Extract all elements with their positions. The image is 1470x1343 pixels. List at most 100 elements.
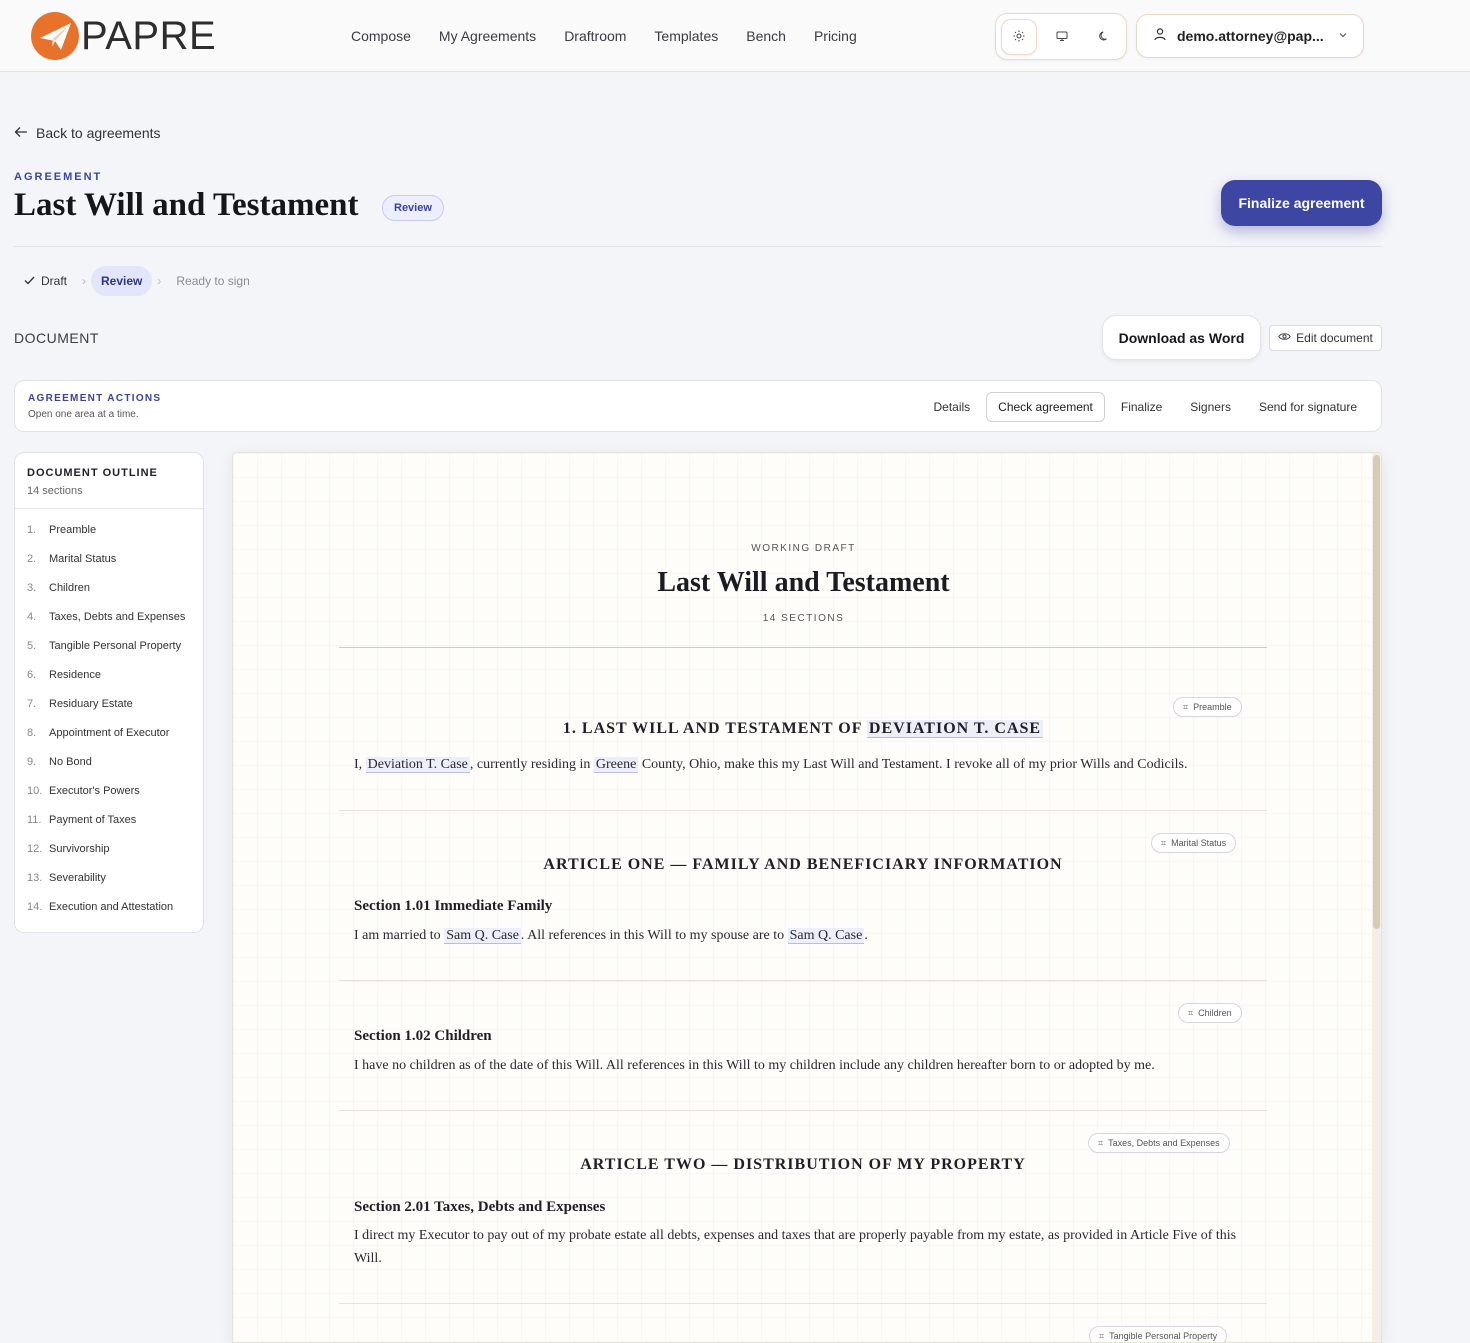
document-scrollbar-thumb[interactable]: [1373, 455, 1380, 929]
section-tag-children[interactable]: ⌗ Children: [1178, 1003, 1242, 1023]
nav-draftroom[interactable]: Draftroom: [564, 24, 626, 48]
section-divider: [339, 1110, 1267, 1111]
outline-item-number: 14.: [27, 900, 43, 913]
outline-item[interactable]: 6. Residence: [15, 660, 203, 689]
chevron-right-icon: ›: [157, 274, 162, 288]
outline-item[interactable]: 4. Taxes, Debts and Expenses: [15, 602, 203, 631]
brand-name: PAPRE: [81, 14, 217, 58]
section-tag-label: Taxes, Debts and Expenses: [1108, 1138, 1220, 1148]
outline-item-number: 5.: [27, 639, 37, 652]
spouse-field[interactable]: Sam Q. Case: [444, 928, 521, 944]
edit-document-button[interactable]: Edit document: [1269, 325, 1382, 351]
arrow-left-icon: [14, 125, 28, 141]
agreement-actions-bar: AGREEMENT ACTIONS Open one area at a tim…: [14, 380, 1382, 432]
section-tag-label: Marital Status: [1171, 838, 1227, 848]
outline-item[interactable]: 10. Executor's Powers: [15, 776, 203, 805]
tab-details[interactable]: Details: [921, 392, 982, 422]
outline-item-label: Residuary Estate: [49, 697, 133, 710]
outline-item-number: 12.: [27, 842, 43, 855]
text-run: , currently residing in: [469, 757, 591, 772]
outline-item[interactable]: 9. No Bond: [15, 747, 203, 776]
text-run: County, Ohio, make this my Last Will and…: [641, 757, 1188, 772]
outline-item-label: Survivorship: [49, 842, 110, 855]
step-ready-to-sign[interactable]: Ready to sign: [166, 266, 259, 296]
section-tag-marital-status[interactable]: ⌗ Marital Status: [1151, 833, 1237, 853]
outline-item-number: 10.: [27, 784, 43, 797]
county-field[interactable]: Greene: [593, 757, 639, 773]
back-to-agreements-link[interactable]: Back to agreements: [14, 125, 161, 141]
header-divider: [14, 246, 1382, 247]
outline-item[interactable]: 13. Severability: [15, 863, 203, 892]
outline-item[interactable]: 8. Appointment of Executor: [15, 718, 203, 747]
step-label: Draft: [41, 274, 68, 288]
section-tag-label: Tangible Personal Property: [1109, 1331, 1218, 1341]
tab-finalize[interactable]: Finalize: [1109, 392, 1174, 422]
finalize-agreement-button[interactable]: Finalize agreement: [1221, 180, 1382, 226]
section-tag-preamble[interactable]: ⌗ Preamble: [1173, 697, 1242, 717]
nav-my-agreements[interactable]: My Agreements: [439, 24, 536, 48]
document-sections-count: 14 SECTIONS: [762, 613, 845, 624]
user-menu-button[interactable]: demo.attorney@pap...: [1136, 14, 1364, 58]
document-page[interactable]: WORKING DRAFT Last Will and Testament 14…: [232, 452, 1382, 1343]
testator-field[interactable]: Deviation T. Case: [365, 757, 470, 773]
tab-send-for-signature[interactable]: Send for signature: [1247, 392, 1369, 422]
outline-item-number: 2.: [27, 552, 37, 565]
outline-item-label: Taxes, Debts and Expenses: [49, 610, 186, 623]
document-title: Last Will and Testament: [657, 567, 950, 598]
article-two-heading: ARTICLE TWO — DISTRIBUTION OF MY PROPERT…: [580, 1156, 1026, 1173]
brand-logo[interactable]: PAPRE: [31, 12, 216, 60]
text-run: I am married to: [354, 928, 441, 943]
checkmark-icon: [24, 266, 35, 296]
marital-paragraph: I am married to Sam Q. Case. All referen…: [354, 924, 1254, 947]
outline-item[interactable]: 2. Marital Status: [15, 544, 203, 573]
outline-item-number: 1.: [27, 523, 37, 536]
outline-item[interactable]: 1. Preamble: [15, 515, 203, 544]
focus-icon: ⌗: [1098, 1137, 1104, 1148]
outline-item-label: Appointment of Executor: [49, 726, 170, 739]
outline-item[interactable]: 7. Residuary Estate: [15, 689, 203, 718]
step-label: Review: [101, 274, 143, 288]
light-mode-button[interactable]: [1001, 19, 1037, 55]
outline-item[interactable]: 11. Payment of Taxes: [15, 805, 203, 834]
nav-pricing[interactable]: Pricing: [814, 24, 857, 48]
section-divider: [339, 980, 1267, 981]
document-title-divider: [339, 647, 1267, 648]
download-as-word-button[interactable]: Download as Word: [1102, 315, 1261, 360]
sun-icon: [1013, 30, 1025, 45]
page-eyebrow: AGREEMENT: [14, 171, 103, 183]
step-review[interactable]: Review: [91, 266, 153, 296]
outline-title: DOCUMENT OUTLINE: [27, 467, 158, 479]
nav-compose[interactable]: Compose: [351, 24, 411, 48]
outline-item[interactable]: 14. Execution and Attestation: [15, 892, 203, 921]
outline-count: 14 sections: [27, 485, 83, 497]
outline-item-label: Tangible Personal Property: [49, 639, 182, 652]
testator-name-field[interactable]: DEVIATION T. CASE: [866, 720, 1044, 738]
tab-signers[interactable]: Signers: [1178, 392, 1243, 422]
monitor-icon: [1056, 30, 1068, 45]
outline-item[interactable]: 12. Survivorship: [15, 834, 203, 863]
status-badge: Review: [382, 195, 444, 221]
spouse-field[interactable]: Sam Q. Case: [787, 928, 865, 944]
dark-mode-button[interactable]: [1086, 19, 1122, 55]
outline-item-label: Execution and Attestation: [49, 900, 174, 913]
outline-header: DOCUMENT OUTLINE 14 sections: [15, 453, 203, 509]
outline-item-number: 8.: [27, 726, 37, 739]
system-mode-button[interactable]: [1044, 19, 1080, 55]
top-navigation-bar: PAPRE Compose My Agreements Draftroom Te…: [0, 0, 1470, 72]
outline-item-label: Preamble: [49, 523, 97, 536]
children-paragraph: I have no children as of the date of thi…: [354, 1058, 1155, 1073]
section-2-01-heading: Section 2.01 Taxes, Debts and Expenses: [354, 1199, 606, 1215]
outline-list: 1. Preamble 2. Marital Status 3. Children 4…: [15, 509, 203, 921]
section-tag-tangible-personal-property[interactable]: ⌗ Tangible Personal Property: [1089, 1326, 1228, 1342]
nav-bench[interactable]: Bench: [746, 24, 786, 48]
section-tag-label: Preamble: [1193, 702, 1232, 712]
nav-templates[interactable]: Templates: [654, 24, 718, 48]
outline-item[interactable]: 3. Children: [15, 573, 203, 602]
section-tag-taxes-debts-expenses[interactable]: ⌗ Taxes, Debts and Expenses: [1088, 1133, 1230, 1153]
user-icon: [1153, 27, 1167, 46]
tab-check-agreement[interactable]: Check agreement: [986, 392, 1105, 422]
outline-item-label: Payment of Taxes: [49, 813, 137, 826]
step-draft[interactable]: Draft: [14, 266, 77, 296]
preamble-paragraph: I, Deviation T. Case, currently residing…: [354, 753, 1254, 776]
outline-item[interactable]: 5. Tangible Personal Property: [15, 631, 203, 660]
